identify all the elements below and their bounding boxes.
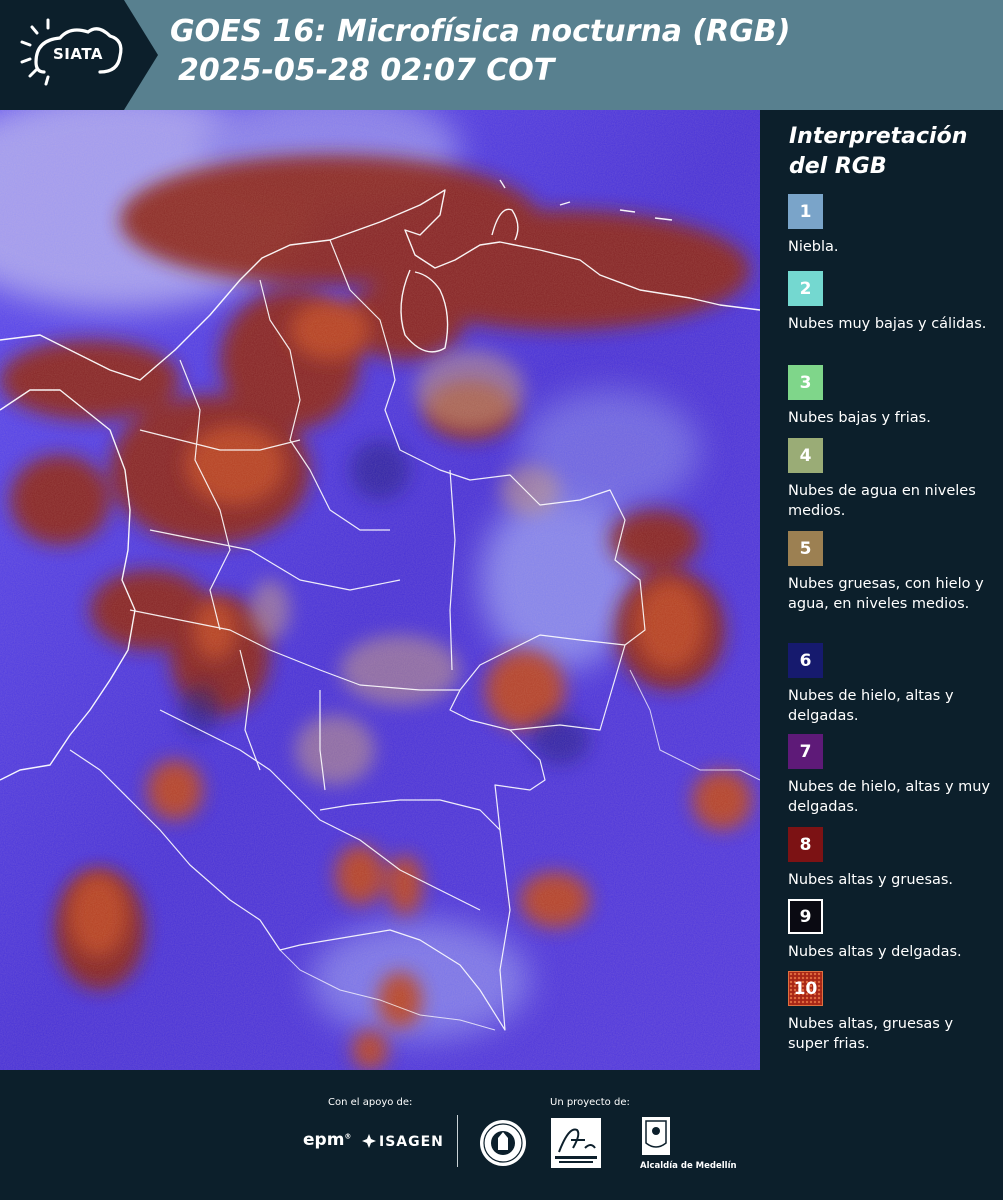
- legend-label-5: Nubes gruesas, con hielo y agua, en nive…: [788, 576, 984, 612]
- legend-item-9: 9 Nubes altas y delgadas.: [788, 899, 998, 962]
- legend-label-9: Nubes altas y delgadas.: [788, 944, 962, 960]
- satellite-rgb-image: [0, 110, 760, 1070]
- legend-item-8: 8 Nubes altas y gruesas.: [788, 827, 998, 890]
- legend-item-2: 2 Nubes muy bajas y cálidas.: [788, 271, 998, 334]
- legend-label-10: Nubes altas, gruesas y super frias.: [788, 1016, 954, 1052]
- legend-panel: Interpretación del RGB 1 Niebla. 2 Nubes…: [760, 110, 1003, 1070]
- isagen-logo-text: ISAGEN: [379, 1134, 444, 1150]
- project-label: Un proyecto de:: [550, 1097, 630, 1108]
- legend-label-3: Nubes bajas y frias.: [788, 410, 931, 426]
- legend-item-10: 10 Nubes altas, gruesas y super frias.: [788, 971, 998, 1054]
- legend-label-7: Nubes de hielo, altas y muy delgadas.: [788, 779, 991, 815]
- legend-swatch-5: 5: [788, 531, 823, 566]
- legend-label-8: Nubes altas y gruesas.: [788, 872, 954, 888]
- legend-swatch-3: 3: [788, 365, 823, 400]
- alcaldia-medellin-text: Alcaldía de Medellín: [640, 1161, 737, 1171]
- legend-swatch-6: 6: [788, 643, 823, 678]
- legend-label-6: Nubes de hielo, altas y delgadas.: [788, 688, 954, 724]
- legend-swatch-10: 10: [788, 971, 823, 1006]
- legend-label-1: Niebla.: [788, 239, 839, 255]
- page-timestamp: 2025-05-28 02:07 COT: [178, 53, 555, 88]
- legend-swatch-1: 1: [788, 194, 823, 229]
- footer: Con el apoyo de: Un proyecto de: epm® IS…: [0, 1070, 1003, 1200]
- isagen-mark-icon: [362, 1134, 376, 1148]
- isagen-logo: ISAGEN: [362, 1132, 444, 1150]
- legend-swatch-7: 7: [788, 734, 823, 769]
- legend-item-7: 7 Nubes de hielo, altas y muy delgadas.: [788, 734, 998, 817]
- header-bar: SIATA GOES 16: Microfísica nocturna (RGB…: [0, 0, 1003, 110]
- legend-item-3: 3 Nubes bajas y frias.: [788, 365, 998, 428]
- legend-swatch-9: 9: [788, 899, 823, 934]
- epm-logo: epm®: [303, 1130, 352, 1150]
- siata-logo: SIATA: [0, 0, 158, 110]
- footer-divider: [457, 1115, 458, 1167]
- legend-item-1: 1 Niebla.: [788, 194, 998, 257]
- legend-label-2: Nubes muy bajas y cálidas.: [788, 316, 987, 332]
- legend-swatch-4: 4: [788, 438, 823, 473]
- legend-item-6: 6 Nubes de hielo, altas y delgadas.: [788, 643, 998, 726]
- legend-item-4: 4 Nubes de agua en niveles medios.: [788, 438, 998, 521]
- page-title: GOES 16: Microfísica nocturna (RGB): [170, 14, 791, 49]
- legend-label-4: Nubes de agua en niveles medios.: [788, 483, 976, 519]
- legend-swatch-2: 2: [788, 271, 823, 306]
- siata-logo-text: SIATA: [53, 45, 104, 63]
- support-label: Con el apoyo de:: [328, 1097, 413, 1108]
- legend-item-5: 5 Nubes gruesas, con hielo y agua, en ni…: [788, 531, 998, 614]
- epm-logo-text: epm: [303, 1130, 345, 1150]
- satellite-map[interactable]: [0, 110, 760, 1070]
- legend-swatch-8: 8: [788, 827, 823, 862]
- government-seal-icon: [480, 1120, 526, 1166]
- area-metropolitana-logo-icon: [551, 1118, 601, 1168]
- legend-title: Interpretación del RGB: [789, 124, 968, 179]
